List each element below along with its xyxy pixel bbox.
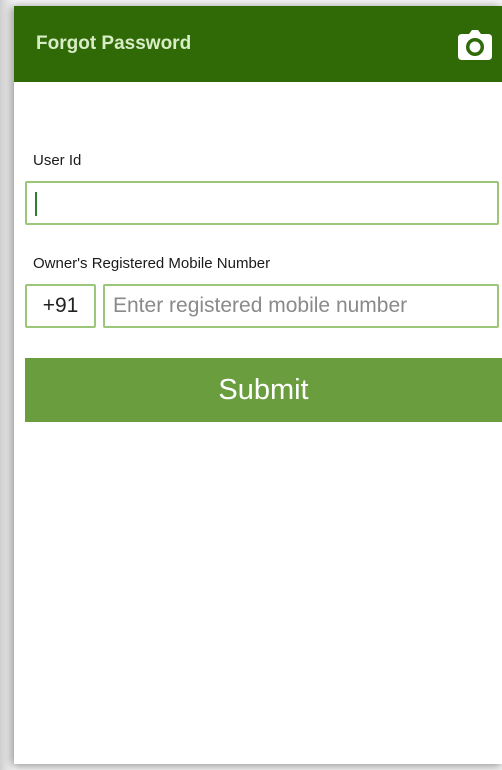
text-cursor xyxy=(35,192,37,216)
user-id-label: User Id xyxy=(33,152,82,169)
app-screen: Forgot Password User Id Owner's Register… xyxy=(14,6,502,764)
country-code-prefix: +91 xyxy=(25,284,96,328)
device-frame: Forgot Password User Id Owner's Register… xyxy=(0,0,502,770)
mobile-number-label: Owner's Registered Mobile Number xyxy=(33,255,271,272)
submit-button[interactable]: Submit xyxy=(25,358,502,422)
camera-button[interactable] xyxy=(458,30,492,60)
mobile-number-input[interactable] xyxy=(103,284,499,328)
camera-icon xyxy=(458,30,492,60)
page-title: Forgot Password xyxy=(36,33,192,54)
app-bar: Forgot Password xyxy=(14,6,502,82)
user-id-input[interactable] xyxy=(25,181,499,225)
